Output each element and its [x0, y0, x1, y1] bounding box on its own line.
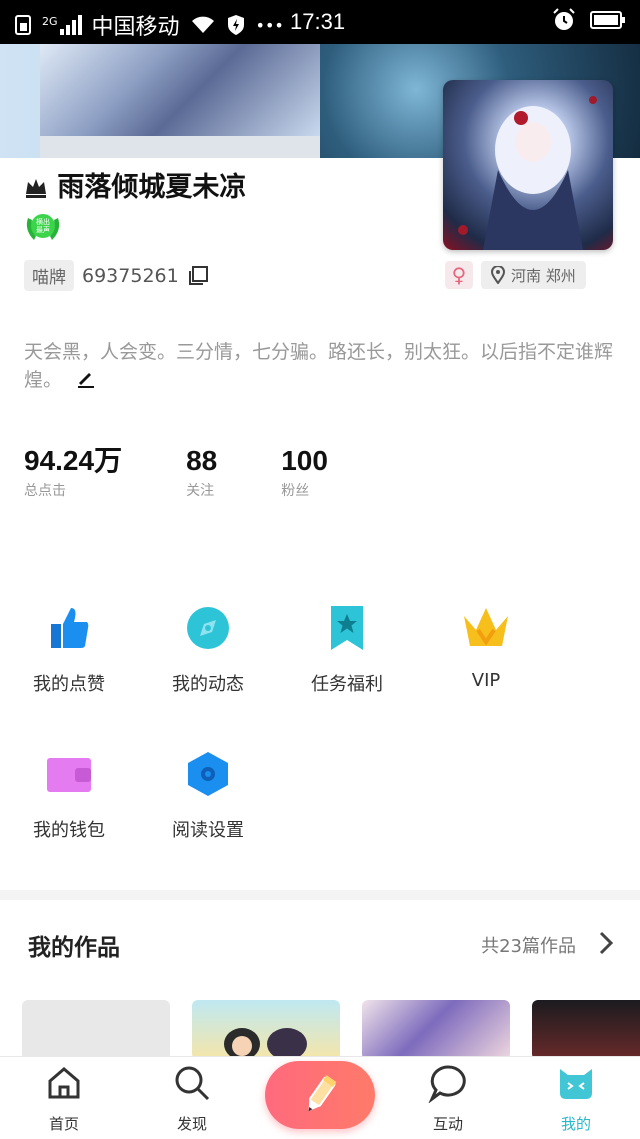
- user-id-row: 喵牌 69375261: [24, 260, 209, 291]
- menu-label: 我的钱包: [33, 820, 105, 841]
- write-button[interactable]: [265, 1061, 375, 1129]
- location-text: 河南 郑州: [511, 266, 576, 285]
- tab-label: 发现: [176, 1115, 207, 1133]
- bio-text: 天会黑，人会变。三分情，七分骗。路还长，别太狂。以后指不定谁辉煌。: [24, 341, 614, 391]
- profile-name: 雨落倾城夏未凉: [24, 165, 246, 204]
- wallet-icon: [47, 758, 91, 792]
- menu-label: VIP: [471, 670, 501, 691]
- menu-task-rewards[interactable]: 任务福利: [282, 604, 412, 696]
- stat-label: 关注: [186, 483, 215, 499]
- works-count[interactable]: 共23篇作品: [481, 932, 576, 958]
- status-bar: 2G 中国移动 ••• 17:31: [0, 0, 640, 44]
- tab-discover[interactable]: 发现: [152, 1057, 232, 1134]
- shield-icon: [227, 15, 244, 35]
- work-thumbnail[interactable]: [362, 1000, 510, 1060]
- stats-row: 94.24万 总点击 88 关注 100 粉丝: [24, 444, 388, 500]
- tab-interact[interactable]: 互动: [408, 1057, 488, 1134]
- avatar-art: [458, 96, 597, 250]
- thumbs-up-icon: [51, 608, 89, 648]
- battery-icon: [590, 11, 625, 29]
- alarm-icon: [553, 8, 575, 30]
- works-title: 我的作品: [28, 935, 120, 961]
- menu-label: 阅读设置: [172, 820, 244, 841]
- location-tag: 河南 郑州: [481, 261, 586, 289]
- cover-art-strip: [40, 136, 320, 158]
- stat-value: 88: [186, 445, 218, 476]
- cover-art-left: [40, 44, 320, 136]
- pencil-icon: [308, 1075, 337, 1112]
- location-pin-icon: [491, 266, 505, 284]
- search-icon: [175, 1066, 210, 1101]
- network-type: 2G: [42, 15, 58, 28]
- menu-my-activity[interactable]: 我的动态: [143, 604, 273, 696]
- work-cover-art: [224, 1028, 307, 1060]
- menu-vip[interactable]: VIP: [421, 604, 551, 691]
- achievement-badge[interactable]: 横出 最声: [24, 212, 62, 242]
- stat-followers[interactable]: 100 粉丝: [281, 444, 328, 500]
- more-indicator: •••: [255, 15, 284, 35]
- stat-value: 100: [281, 445, 328, 476]
- work-thumbnail[interactable]: [532, 1000, 640, 1060]
- compass-icon: [187, 607, 229, 649]
- tab-home[interactable]: 首页: [24, 1057, 104, 1134]
- menu-my-likes[interactable]: 我的点赞: [4, 604, 134, 696]
- clock: 17:31: [290, 9, 346, 34]
- badge-text-bottom: 最声: [36, 225, 50, 234]
- wifi-icon: [191, 16, 214, 33]
- crown-icon: [464, 608, 508, 646]
- chat-bubble-icon: [428, 1065, 466, 1103]
- crown-icon: [26, 179, 46, 198]
- carrier-name: 中国移动: [91, 15, 180, 40]
- tab-label: 首页: [48, 1115, 79, 1133]
- cat-face-icon: [560, 1069, 592, 1099]
- hexagon-settings-icon: [188, 752, 228, 796]
- signal-icon: [59, 15, 82, 35]
- tab-mine[interactable]: 我的: [536, 1057, 616, 1134]
- badge-text-top: 横出: [36, 217, 50, 226]
- laurel-badge-icon: 横出 最声: [26, 214, 60, 240]
- bookmark-star-icon: [331, 606, 363, 650]
- sim-card-icon: [15, 15, 31, 35]
- tab-label: 互动: [432, 1115, 463, 1133]
- section-divider: [0, 890, 640, 900]
- avatar[interactable]: [443, 80, 613, 250]
- stat-value: 94.24万: [24, 445, 123, 476]
- menu-label: 我的点赞: [33, 674, 105, 695]
- id-value: 69375261: [82, 264, 179, 287]
- menu-reading-settings[interactable]: 阅读设置: [143, 750, 273, 842]
- profile-name-text: 雨落倾城夏未凉: [57, 172, 247, 203]
- menu-my-wallet[interactable]: 我的钱包: [4, 750, 134, 842]
- tab-label: 我的: [560, 1115, 591, 1133]
- id-label: 喵牌: [24, 260, 74, 291]
- bio: 天会黑，人会变。三分情，七分骗。路还长，别太狂。以后指不定谁辉煌。: [24, 338, 624, 394]
- work-thumbnail[interactable]: [192, 1000, 340, 1060]
- edit-icon[interactable]: [76, 369, 96, 389]
- stat-total-clicks[interactable]: 94.24万 总点击: [24, 444, 122, 500]
- chevron-right-icon[interactable]: [596, 928, 616, 958]
- menu-label: 任务福利: [311, 674, 383, 695]
- home-icon: [48, 1067, 80, 1099]
- stat-label: 粉丝: [281, 483, 310, 499]
- copy-icon[interactable]: [187, 265, 209, 287]
- stat-following[interactable]: 88 关注: [186, 444, 217, 500]
- gender-badge: ♀: [445, 261, 473, 289]
- menu-label: 我的动态: [172, 674, 244, 695]
- stat-label: 总点击: [24, 483, 66, 499]
- work-thumbnail[interactable]: [22, 1000, 170, 1060]
